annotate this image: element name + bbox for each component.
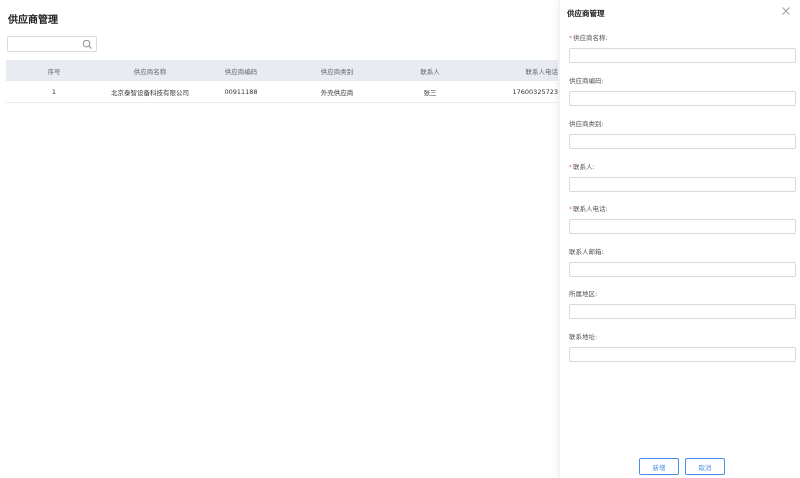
required-mark: * <box>569 164 572 171</box>
close-icon[interactable] <box>781 6 791 16</box>
supplier-code-input-wrap[interactable] <box>569 91 796 112</box>
supplier-table: 序号 供应商名称 供应商编码 供应商类别 联系人 联系人电话 1 北京泰智设备科… <box>6 60 558 103</box>
header-supplier-name: 供应商名称 <box>133 67 167 76</box>
label-supplier-name: 供应商名称: <box>573 34 608 42</box>
field-supplier-name: *供应商名称: <box>569 33 796 69</box>
drawer-title: 供应商管理 <box>567 9 605 18</box>
search-box[interactable] <box>7 36 97 57</box>
header-index: 序号 <box>47 67 61 76</box>
required-mark: * <box>569 206 572 213</box>
cell-supplier-code: 00911188 <box>224 87 258 96</box>
search-input[interactable] <box>8 43 80 57</box>
label-region: 所属地区: <box>569 290 598 298</box>
field-contact-email: 联系人邮箱: <box>569 247 796 283</box>
label-contact-email: 联系人邮箱: <box>569 248 604 256</box>
contact-input-wrap[interactable] <box>569 177 796 198</box>
contact-input[interactable] <box>570 185 795 198</box>
contact-phone-input-wrap[interactable] <box>569 219 796 240</box>
contact-email-input-wrap[interactable] <box>569 262 796 283</box>
add-button[interactable]: 新增 <box>639 458 679 475</box>
field-contact-phone: *联系人电话: <box>569 204 796 240</box>
supplier-name-input-wrap[interactable] <box>569 48 796 69</box>
cell-supplier-name: 北京泰智设备科技有限公司 <box>111 88 189 97</box>
label-supplier-code: 供应商编码: <box>569 77 604 85</box>
cancel-button[interactable]: 取消 <box>685 458 725 475</box>
region-input-wrap[interactable] <box>569 304 796 325</box>
supplier-category-input-wrap[interactable] <box>569 134 796 155</box>
label-contact-phone: 联系人电话: <box>573 205 608 213</box>
required-mark: * <box>569 35 572 42</box>
region-input[interactable] <box>570 312 795 325</box>
header-contact: 联系人 <box>420 67 440 76</box>
label-address: 联系地址: <box>569 333 598 341</box>
address-input[interactable] <box>570 355 795 368</box>
supplier-name-input[interactable] <box>570 56 795 69</box>
page-title: 供应商管理 <box>8 15 58 26</box>
table-row[interactable]: 1 北京泰智设备科技有限公司 00911188 外壳供应商 张三 1760032… <box>6 81 558 103</box>
supplier-category-input[interactable] <box>570 142 795 155</box>
field-supplier-code: 供应商编码: <box>569 76 796 112</box>
header-supplier-code: 供应商编码 <box>224 67 258 76</box>
contact-email-input[interactable] <box>570 270 795 283</box>
cell-index: 1 <box>51 87 57 96</box>
address-input-wrap[interactable] <box>569 347 796 368</box>
field-region: 所属地区: <box>569 289 796 325</box>
table-header: 序号 供应商名称 供应商编码 供应商类别 联系人 联系人电话 <box>6 60 558 81</box>
field-address: 联系地址: <box>569 332 796 368</box>
supplier-drawer: 供应商管理 *供应商名称: 供应商编码: 供应商类别: *联系人: *联系人电话… <box>559 0 800 478</box>
cell-supplier-category: 外壳供应商 <box>320 88 354 97</box>
cell-contact: 张三 <box>423 88 437 97</box>
contact-phone-input[interactable] <box>570 227 795 240</box>
cell-contact-phone: 17600325723 <box>512 87 559 96</box>
header-supplier-category: 供应商类别 <box>320 67 354 76</box>
header-contact-phone: 联系人电话 <box>525 67 559 76</box>
label-supplier-category: 供应商类别: <box>569 120 604 128</box>
label-contact: 联系人: <box>573 163 595 171</box>
search-icon[interactable] <box>82 39 93 50</box>
field-contact: *联系人: <box>569 162 796 198</box>
field-supplier-category: 供应商类别: <box>569 119 796 155</box>
supplier-code-input[interactable] <box>570 99 795 112</box>
